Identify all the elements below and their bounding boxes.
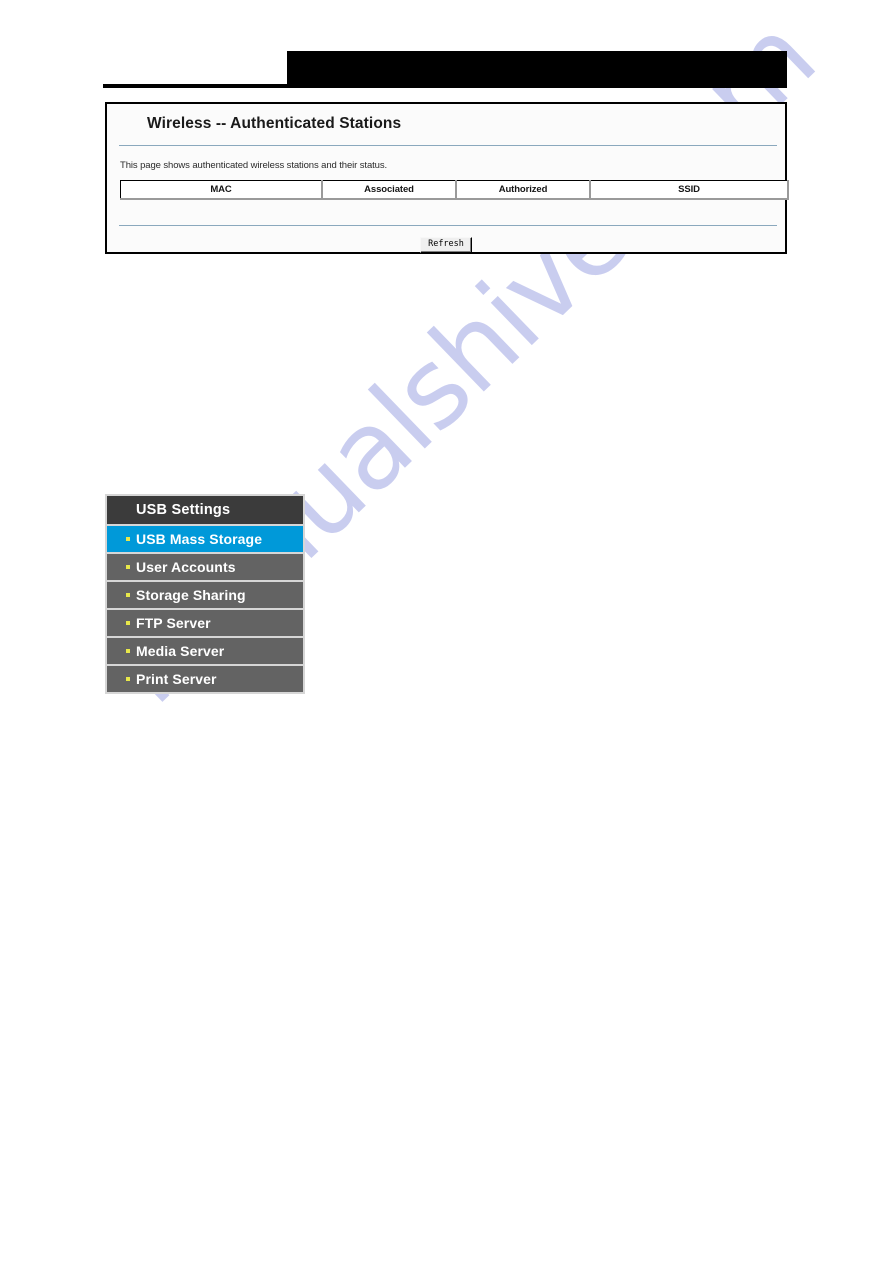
- header-redacted-bar: [287, 51, 787, 84]
- usb-menu-item-storage-sharing[interactable]: Storage Sharing: [107, 582, 303, 608]
- refresh-button[interactable]: Refresh: [420, 237, 472, 253]
- bullet-icon: [126, 621, 130, 625]
- usb-menu-item-ftp-server[interactable]: FTP Server: [107, 610, 303, 636]
- footer-divider: [119, 225, 777, 226]
- column-header-mac: MAC: [120, 180, 323, 200]
- usb-menu-item-media-server[interactable]: Media Server: [107, 638, 303, 664]
- bullet-icon: [126, 565, 130, 569]
- bullet-icon: [126, 649, 130, 653]
- bullet-icon: [126, 677, 130, 681]
- page-header: [0, 0, 893, 95]
- router-config-panel: Wireless -- Authenticated Stations This …: [105, 102, 789, 254]
- usb-menu-item-print-server[interactable]: Print Server: [107, 666, 303, 692]
- usb-settings-menu: USB Settings USB Mass Storage User Accoun…: [105, 494, 305, 694]
- bullet-icon: [126, 593, 130, 597]
- usb-menu-item-label: Storage Sharing: [136, 587, 246, 603]
- table-header-row-group: MAC Associated Authorized SSID: [120, 180, 789, 200]
- authenticated-stations-table: MAC Associated Authorized SSID: [120, 180, 789, 200]
- usb-menu-item-usb-mass-storage[interactable]: USB Mass Storage: [107, 526, 303, 552]
- usb-menu-item-label: Media Server: [136, 643, 225, 659]
- usb-menu-header: USB Settings: [107, 496, 303, 524]
- column-header-authorized: Authorized: [455, 180, 591, 200]
- column-header-associated: Associated: [321, 180, 457, 200]
- table-header-row: MAC Associated Authorized SSID: [120, 180, 789, 200]
- usb-menu-item-list: USB Mass Storage User Accounts Storage Sha…: [107, 526, 303, 692]
- header-divider-rule: [103, 84, 787, 88]
- column-header-ssid: SSID: [589, 180, 789, 200]
- bullet-icon: [126, 537, 130, 541]
- page-description: This page shows authenticated wireless s…: [120, 160, 388, 171]
- usb-menu-item-label: Print Server: [136, 671, 217, 687]
- refresh-button-container: Refresh: [107, 233, 785, 253]
- usb-menu-item-label: FTP Server: [136, 615, 211, 631]
- usb-menu-item-label: USB Mass Storage: [136, 531, 263, 547]
- usb-menu-item-label: User Accounts: [136, 559, 236, 575]
- page-title: Wireless -- Authenticated Stations: [147, 115, 402, 132]
- title-divider: [119, 145, 777, 146]
- usb-menu-item-user-accounts[interactable]: User Accounts: [107, 554, 303, 580]
